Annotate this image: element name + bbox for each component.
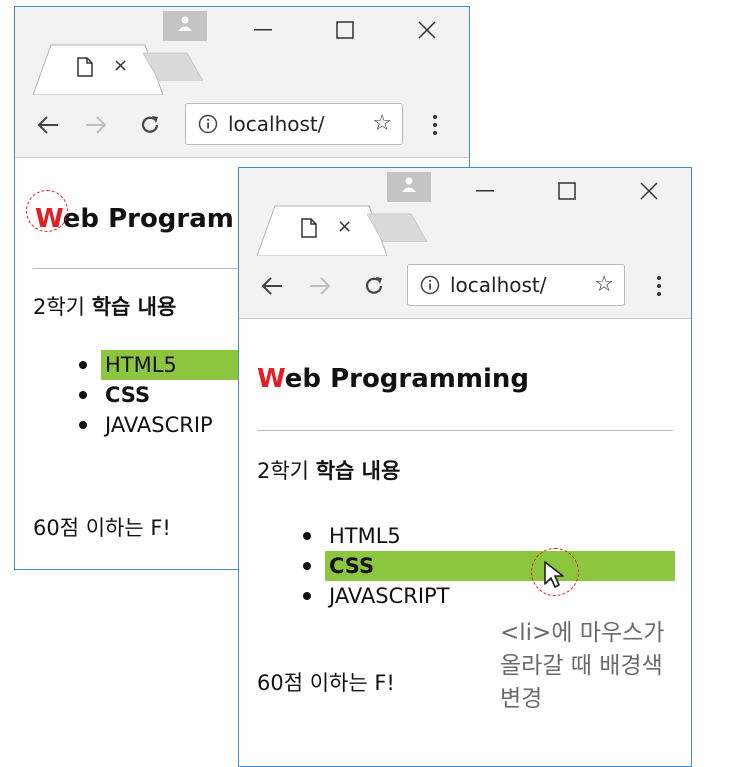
back-icon[interactable] — [31, 110, 65, 140]
list-item[interactable]: CSS — [79, 380, 261, 410]
new-tab-button[interactable] — [366, 212, 428, 243]
reload-icon[interactable] — [357, 271, 391, 301]
list-item[interactable]: HTML5 — [79, 350, 261, 380]
grade-note: 60점 이하는 F! — [33, 516, 171, 540]
forward-icon[interactable] — [79, 110, 113, 140]
callout-line-2: 올라갈 때 배경색 — [500, 653, 663, 679]
page-title: Web Programming — [257, 364, 529, 394]
subtitle-prefix: 2학기 — [33, 295, 92, 319]
address-bar[interactable]: localhost/ ☆ — [407, 264, 625, 306]
address-bar[interactable]: localhost/ ☆ — [185, 103, 403, 145]
maximize-icon[interactable] — [547, 176, 587, 206]
info-icon[interactable] — [420, 275, 440, 299]
title-first-letter: W — [257, 364, 285, 394]
horizontal-rule — [257, 430, 673, 431]
item-list: HTML5 CSS JAVASCRIPT — [303, 521, 675, 611]
list-item[interactable]: HTML5 — [303, 521, 675, 551]
minimize-icon[interactable] — [465, 176, 505, 206]
star-icon[interactable]: ☆ — [372, 111, 392, 136]
tab-close-icon[interactable]: × — [113, 55, 128, 76]
close-icon[interactable] — [629, 176, 669, 206]
menu-icon[interactable] — [423, 107, 447, 143]
browser-tab[interactable]: × — [257, 204, 387, 256]
callout-line-3: 변경 — [500, 686, 543, 712]
list-item[interactable]: JAVASCRIPT — [303, 581, 675, 611]
annotation-callout: <li>에 마우스가 올라갈 때 배경색 변경 — [500, 617, 664, 716]
title-rest: eb Program — [62, 204, 234, 234]
title-rest: eb Programming — [284, 364, 529, 394]
info-icon[interactable] — [198, 114, 218, 138]
forward-icon[interactable] — [303, 271, 337, 301]
toolbar: localhost/ ☆ — [239, 256, 691, 319]
subtitle: 2학기 학습 내용 — [33, 291, 176, 321]
browser-tab[interactable]: × — [33, 43, 163, 95]
list-item[interactable]: JAVASCRIP — [79, 410, 261, 440]
close-icon[interactable] — [407, 15, 447, 45]
grade-note: 60점 이하는 F! — [257, 671, 395, 695]
minimize-icon[interactable] — [243, 15, 283, 45]
subtitle-bold: 학습 내용 — [91, 295, 177, 319]
back-icon[interactable] — [255, 271, 289, 301]
menu-icon[interactable] — [647, 268, 671, 304]
profile-icon[interactable] — [163, 11, 207, 41]
subtitle-bold: 학습 내용 — [315, 459, 401, 483]
subtitle-prefix: 2학기 — [257, 459, 316, 483]
item-list: HTML5 CSS JAVASCRIP — [79, 350, 261, 440]
maximize-icon[interactable] — [325, 15, 365, 45]
profile-icon[interactable] — [387, 172, 431, 202]
new-tab-button[interactable] — [142, 51, 204, 82]
address-text: localhost/ — [450, 273, 547, 297]
title-bar: × — [15, 7, 469, 95]
tab-close-icon[interactable]: × — [337, 216, 352, 237]
list-item[interactable]: CSS — [303, 551, 675, 581]
highlight-circle — [26, 190, 68, 232]
callout-line-1: <li>에 마우스가 — [500, 620, 665, 646]
star-icon[interactable]: ☆ — [594, 272, 614, 297]
toolbar: localhost/ ☆ — [15, 95, 469, 158]
address-text: localhost/ — [228, 112, 325, 136]
title-bar: × — [239, 168, 691, 256]
subtitle: 2학기 학습 내용 — [257, 455, 400, 485]
reload-icon[interactable] — [133, 110, 167, 140]
mouse-cursor-icon — [543, 560, 567, 594]
